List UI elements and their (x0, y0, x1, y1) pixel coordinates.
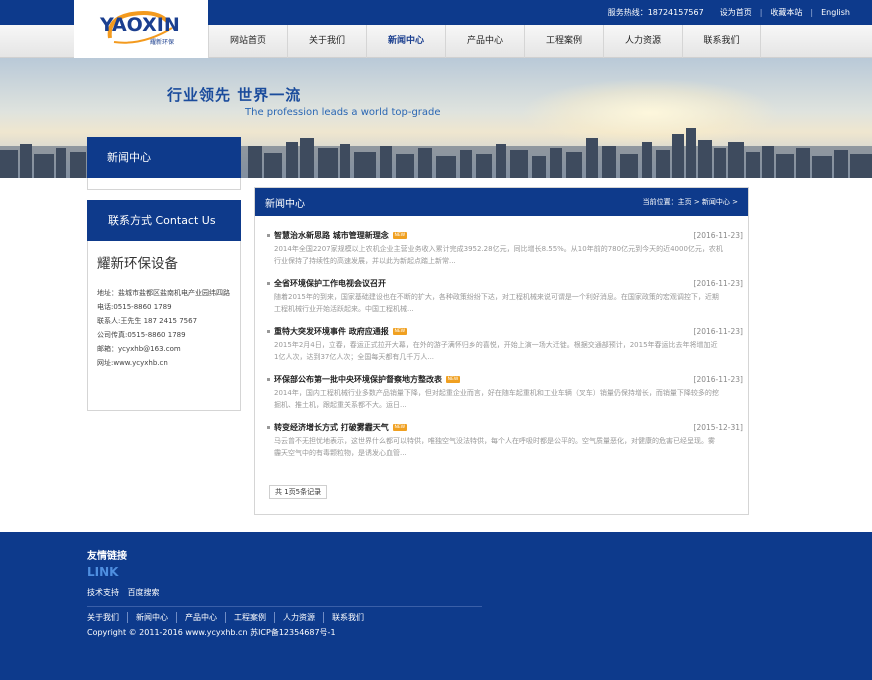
friend-link-baidu[interactable]: 百度搜索 (128, 588, 160, 597)
nav-item-cases[interactable]: 工程案例 (524, 25, 603, 58)
logo[interactable]: YAOXIN 耀新环保 (74, 0, 208, 58)
sidebar-title: 新闻中心 (87, 137, 241, 178)
contact-company: 耀新环保设备 (97, 256, 178, 272)
contact-email: 邮箱：ycyxhb@163.com (97, 345, 181, 353)
friend-links-subtitle: LINK (87, 565, 119, 579)
banner-slogan: 行业领先 世界一流 (167, 86, 302, 104)
list-item: 环保部公布第一批中央环境保护督察地方整改表 NEW [2016-11-23] 2… (267, 372, 743, 420)
news-summary: 2015年2月4日，立春，春运正式拉开大幕，在外的游子满怀归乡的喜悦，开始上演一… (274, 341, 718, 349)
new-badge: NEW (446, 376, 460, 383)
friend-links-title: 友情链接 (87, 551, 127, 562)
news-title-link[interactable]: 重特大突发环境事件 政府应通报 (274, 326, 389, 337)
footer-nav: 关于我们 新闻中心 产品中心 工程案例 人力资源 联系我们 (87, 612, 372, 623)
bullet-icon (267, 234, 270, 237)
sidebar-category-box (87, 178, 241, 190)
news-summary: 掘机、推土机，跟起重关系都不大。运日... (274, 401, 407, 409)
footer-nav-news[interactable]: 新闻中心 (127, 612, 176, 623)
english-link[interactable]: English (813, 8, 858, 17)
news-summary: 工程机械行业开始活跃起来。中国工程机械... (274, 305, 414, 313)
friend-links: 技术支持 百度搜索 (87, 587, 166, 598)
pagination: 共 1页5条记录 (269, 485, 328, 499)
footer-nav-contact[interactable]: 联系我们 (323, 612, 372, 623)
footer: 友情链接 LINK 技术支持 百度搜索 关于我们 新闻中心 产品中心 工程案例 … (0, 532, 872, 680)
news-summary: 随着2015年的到来，国家基础建设也在不断的扩大，各种政策纷纷下达，对工程机械来… (274, 293, 719, 301)
news-summary: 2014年全国2207家规模以上农机企业主营业务收入累计完成3952.28亿元，… (274, 245, 723, 253)
nav-item-contact[interactable]: 联系我们 (682, 25, 761, 58)
bullet-icon (267, 378, 270, 381)
top-links: 服务热线：18724157567 设为首页 | 收藏本站 | English (600, 0, 858, 25)
news-summary: 马云曾不无担忧地表示，这世界什么都可以特供，唯独空气没法特供，每个人在呼吸时都是… (274, 437, 715, 445)
footer-nav-cases[interactable]: 工程案例 (225, 612, 274, 623)
news-title-link[interactable]: 环保部公布第一批中央环境保护督察地方整改表 (274, 374, 442, 385)
copyright: Copyright © 2011-2016 www.ycyxhb.cn 苏ICP… (87, 628, 336, 637)
contact-fax: 公司传真:0515-8860 1789 (97, 331, 186, 339)
contact-website: 网址:www.ycyxhb.cn (97, 359, 168, 367)
news-date: [2015-12-31] (693, 423, 743, 432)
nav-item-news[interactable]: 新闻中心 (366, 25, 445, 58)
footer-nav-hr[interactable]: 人力资源 (274, 612, 323, 623)
friend-link-support[interactable]: 技术支持 (87, 588, 119, 597)
main-nav: 网站首页 关于我们 新闻中心 产品中心 工程案例 人力资源 联系我们 (208, 25, 761, 58)
contact-box: 耀新环保设备 地址：盐城市盐都区盐南机电产业园纬四路 电话:0515-8860 … (87, 241, 241, 411)
logo-text: YAOXIN (100, 14, 180, 36)
list-item: 智慧治水新思路 城市管理新理念 NEW [2016-11-23] 2014年全国… (267, 228, 743, 276)
news-date: [2016-11-23] (693, 279, 743, 288)
news-summary: 霾天空气中的有毒颗粒物，是诱发心血管... (274, 449, 407, 457)
favorite-link[interactable]: 收藏本站 (762, 7, 810, 18)
news-list: 智慧治水新思路 城市管理新理念 NEW [2016-11-23] 2014年全国… (267, 228, 743, 468)
nav-item-about[interactable]: 关于我们 (287, 25, 366, 58)
hotline: 服务热线：18724157567 (607, 8, 704, 17)
news-panel-header: 新闻中心 当前位置：主页 > 新闻中心 > (255, 188, 748, 216)
footer-nav-products[interactable]: 产品中心 (176, 612, 225, 623)
news-panel: 新闻中心 当前位置：主页 > 新闻中心 > 智慧治水新思路 城市管理新理念 NE… (254, 187, 749, 515)
news-date: [2016-11-23] (693, 231, 743, 240)
news-summary: 行业保持了持续性的高速发展，并以此为新起点踏上新常... (274, 257, 456, 265)
contact-phone: 电话:0515-8860 1789 (97, 303, 172, 311)
contact-address: 地址：盐城市盐都区盐南机电产业园纬四路 (97, 289, 230, 297)
bullet-icon (267, 330, 270, 333)
footer-divider (87, 606, 482, 607)
nav-item-home[interactable]: 网站首页 (208, 25, 287, 58)
contact-header: 联系方式 Contact Us (87, 200, 241, 241)
new-badge: NEW (392, 328, 407, 335)
footer-nav-about[interactable]: 关于我们 (87, 612, 127, 623)
nav-item-products[interactable]: 产品中心 (445, 25, 524, 58)
list-item: 转变经济增长方式 打破雾霾天气 NEW [2015-12-31] 马云曾不无担忧… (267, 420, 743, 468)
contact-person: 联系人:王先生 187 2415 7567 (97, 317, 198, 325)
news-date: [2016-11-23] (693, 375, 743, 384)
nav-item-hr[interactable]: 人力资源 (603, 25, 682, 58)
news-summary: 1亿人次，达到37亿人次；全国每天都有几千万人... (274, 353, 435, 361)
page-title: 新闻中心 (265, 198, 305, 210)
news-date: [2016-11-23] (693, 327, 743, 336)
new-badge: NEW (392, 232, 407, 239)
news-summary: 2014年，国内工程机械行业多数产品销量下降，但对起重企业而言，好在随车起重机和… (274, 389, 719, 397)
news-title-link[interactable]: 智慧治水新思路 城市管理新理念 (274, 230, 389, 241)
banner-slogan-en: The profession leads a world top-grade (245, 107, 441, 118)
set-home-link[interactable]: 设为首页 (712, 7, 760, 18)
list-item: 重特大突发环境事件 政府应通报 NEW [2016-11-23] 2015年2月… (267, 324, 743, 372)
logo-subtitle: 耀新环保 (150, 39, 175, 46)
news-title-link[interactable]: 全省环境保护工作电视会议召开 (274, 278, 386, 289)
new-badge: NEW (392, 424, 407, 431)
bullet-icon (267, 282, 270, 285)
bullet-icon (267, 426, 270, 429)
list-item: 全省环境保护工作电视会议召开 [2016-11-23] 随着2015年的到来，国… (267, 276, 743, 324)
breadcrumb[interactable]: 当前位置：主页 > 新闻中心 > (643, 197, 738, 207)
news-title-link[interactable]: 转变经济增长方式 打破雾霾天气 (274, 422, 389, 433)
